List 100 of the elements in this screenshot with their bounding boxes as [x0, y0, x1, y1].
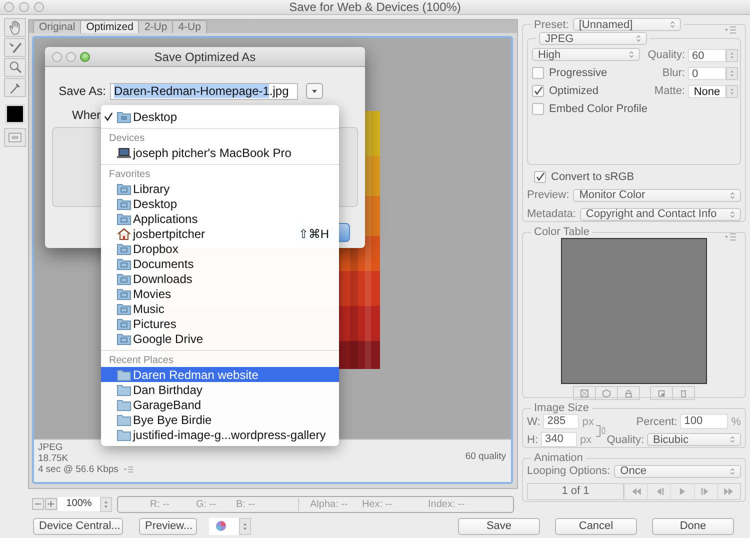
checkbox-label: Optimized: [549, 84, 599, 96]
map-transparency-icon[interactable]: [580, 388, 588, 398]
first-frame-icon[interactable]: [630, 488, 642, 495]
folder-icon: [117, 368, 131, 380]
folder-icon: [117, 288, 131, 300]
cube-icon[interactable]: [602, 388, 610, 398]
zoom-out-button[interactable]: [32, 498, 44, 510]
updown-icon: [729, 466, 736, 476]
format-text: JPEG: [38, 442, 64, 453]
menu-icon[interactable]: [124, 466, 134, 473]
menu-item[interactable]: Music: [101, 301, 339, 316]
eyedropper-icon[interactable]: [4, 78, 26, 97]
menu-item[interactable]: Applications: [101, 211, 339, 226]
preset-dropdown[interactable]: [Unnamed]: [572, 18, 681, 31]
minimize-button[interactable]: [19, 2, 29, 12]
looping-dropdown[interactable]: Once: [614, 464, 741, 478]
folder-icon: [117, 272, 131, 284]
menu-item[interactable]: josbertpitcher ⇧⌘H: [101, 226, 339, 241]
unit-label: px: [580, 434, 592, 446]
lock-icon[interactable]: [624, 388, 632, 398]
value-field[interactable]: 0: [688, 66, 726, 80]
laptop-icon: [117, 146, 131, 158]
check-icon: [104, 112, 113, 121]
readout-text: Hex: --: [362, 498, 392, 510]
menu-item[interactable]: Downloads: [101, 271, 339, 286]
menu-item[interactable]: Daren Redman website: [101, 367, 339, 382]
menu-item[interactable]: Bye Bye Birdie: [101, 412, 339, 427]
menu-item[interactable]: justified-image-g...wordpress-gallery: [101, 427, 339, 442]
checkbox[interactable]: [532, 102, 544, 114]
close-button[interactable]: [52, 52, 62, 62]
checkbox[interactable]: [534, 170, 546, 182]
trash-icon[interactable]: [678, 388, 688, 398]
checkbox-label: Progressive: [549, 66, 608, 78]
zoom-in-button[interactable]: [45, 498, 57, 510]
menu-item[interactable]: Dropbox: [101, 241, 339, 256]
percent-field[interactable]: 100: [680, 414, 728, 429]
quality-preset-dropdown[interactable]: High: [532, 48, 640, 61]
last-frame-icon[interactable]: [723, 488, 734, 495]
folder-icon: [117, 110, 131, 122]
plus-icon: [47, 500, 55, 508]
resample-dropdown[interactable]: Bicubic: [647, 433, 741, 446]
menu-item[interactable]: Library: [101, 181, 339, 196]
width-label: W:: [527, 416, 540, 428]
width-field[interactable]: 285: [543, 414, 580, 429]
checkbox[interactable]: [532, 84, 544, 96]
updown-icon: [729, 210, 736, 218]
percent-label: Percent:: [636, 416, 678, 428]
menu-item[interactable]: Movies: [101, 286, 339, 301]
filename-field[interactable]: Daren-Redman-Homepage-1.jpg: [110, 82, 298, 100]
menu-item[interactable]: Google Drive: [101, 331, 339, 346]
menu-item[interactable]: Desktop: [101, 196, 339, 211]
zoom-field[interactable]: 100%: [58, 497, 100, 511]
format-dropdown[interactable]: JPEG: [539, 32, 647, 45]
menu-item[interactable]: Desktop: [101, 109, 339, 124]
checkbox-label: Embed Color Profile: [549, 102, 648, 114]
minimize-button[interactable]: [66, 52, 76, 62]
view-tab[interactable]: Optimized: [80, 20, 140, 33]
view-tab[interactable]: 4-Up: [172, 20, 207, 33]
value-field[interactable]: None: [688, 84, 726, 98]
action-button[interactable]: Cancel: [555, 518, 637, 534]
stepper-icon[interactable]: [726, 66, 738, 80]
metadata-dropdown[interactable]: Copyright and Contact Info: [580, 208, 741, 220]
menu-item[interactable]: GarageBand: [101, 397, 339, 412]
hand-icon[interactable]: [4, 18, 26, 37]
field-label: Blur:: [662, 67, 685, 79]
menu-item[interactable]: Pictures: [101, 316, 339, 331]
device-central-button[interactable]: Device Central...: [33, 518, 123, 534]
preview-button[interactable]: Preview...: [139, 518, 197, 534]
stepper-icon[interactable]: [100, 496, 112, 512]
action-button[interactable]: Done: [652, 518, 734, 534]
view-tab[interactable]: 2-Up: [138, 20, 174, 33]
checkbox-label: Convert to sRGB: [551, 170, 634, 182]
color-swatch[interactable]: [5, 104, 25, 124]
stepper-icon: [239, 518, 251, 534]
browser-selector[interactable]: [209, 518, 251, 534]
new-color-icon[interactable]: [656, 388, 666, 398]
updown-icon: [729, 190, 736, 200]
preview-dropdown[interactable]: Monitor Color: [573, 188, 741, 202]
slice-select-icon[interactable]: [4, 38, 26, 57]
action-button[interactable]: Save: [458, 518, 540, 534]
value-field[interactable]: 60: [688, 48, 726, 62]
expand-button[interactable]: [306, 83, 323, 99]
play-icon[interactable]: [677, 488, 688, 495]
height-field[interactable]: 340: [541, 432, 577, 447]
stepper-icon[interactable]: [726, 84, 738, 98]
menu-item[interactable]: Documents: [101, 256, 339, 271]
close-button[interactable]: [4, 2, 14, 12]
menu-item[interactable]: joseph pitcher's MacBook Pro: [101, 145, 339, 160]
section-heading: Recent Places: [108, 355, 174, 367]
zoom-icon[interactable]: [4, 58, 26, 77]
preset-label: Preset:: [534, 18, 569, 30]
checkbox[interactable]: [532, 66, 544, 78]
menu-item[interactable]: Dan Birthday: [101, 382, 339, 397]
view-tab[interactable]: Original: [33, 20, 82, 33]
folder-icon: [117, 242, 131, 254]
group-title: Color Table: [534, 226, 590, 238]
stepper-icon[interactable]: [726, 48, 738, 62]
updown-icon: [628, 50, 635, 59]
zoom-button[interactable]: [34, 2, 44, 12]
zoom-button[interactable]: [80, 52, 90, 62]
